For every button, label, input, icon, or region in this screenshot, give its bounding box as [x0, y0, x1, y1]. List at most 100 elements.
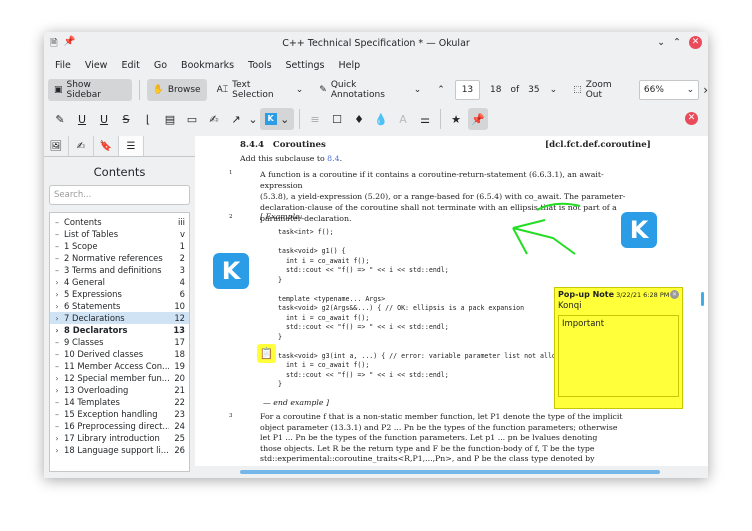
- toc-label: Contents: [64, 217, 102, 227]
- close-window-button[interactable]: ✕: [689, 36, 702, 49]
- highlighter-icon[interactable]: ✎: [50, 108, 70, 130]
- toc-item[interactable]: › 5 Expressions 6: [50, 288, 189, 300]
- toc-item[interactable]: –3 Terms and definitions 3: [50, 264, 189, 276]
- toc-item[interactable]: –15 Exception handling 23: [50, 408, 189, 420]
- vertical-scrollbar[interactable]: [701, 292, 704, 306]
- show-sidebar-button[interactable]: ▣ Show Sidebar: [48, 79, 132, 101]
- toc-item[interactable]: › 17 Library introduction 25: [50, 432, 189, 444]
- menu-settings[interactable]: Settings: [279, 60, 332, 71]
- expand-arrow-icon[interactable]: ›: [50, 278, 64, 287]
- freehand-line-icon[interactable]: ✍: [204, 108, 224, 130]
- text-line: task<void> g2(Args&&...) { // OK: ellips…: [278, 304, 525, 312]
- pin-icon[interactable]: 📌: [64, 36, 76, 52]
- toc-item[interactable]: –14 Templates 22: [50, 396, 189, 408]
- expand-arrow-icon[interactable]: ›: [50, 302, 64, 311]
- zoom-select[interactable]: 66% ⌄: [638, 80, 700, 100]
- menu-tools[interactable]: Tools: [241, 60, 278, 71]
- toc-item[interactable]: › 12 Special member fun... 20: [50, 372, 189, 384]
- menu-edit[interactable]: Edit: [114, 60, 146, 71]
- toc-item[interactable]: –11 Member Access Con... 19: [50, 360, 189, 372]
- arrow-icon[interactable]: ↗: [226, 108, 246, 130]
- freehand-annotation[interactable]: [505, 196, 585, 256]
- section-link[interactable]: 8.4: [327, 154, 339, 163]
- inline-note-icon[interactable]: ▤: [160, 108, 180, 130]
- star-icon[interactable]: ★: [446, 108, 466, 130]
- intro-end: .: [339, 154, 343, 163]
- maximize-button[interactable]: ⌃: [673, 37, 681, 48]
- strikethrough-icon[interactable]: S: [116, 108, 136, 130]
- contents-tree: – Contents iii – List of Tables v –1 Scope 1–2 …: [49, 212, 190, 472]
- menu-view[interactable]: View: [78, 60, 115, 71]
- note-text-area[interactable]: Important: [558, 315, 679, 397]
- toc-item[interactable]: › 6 Statements 10: [50, 300, 189, 312]
- tree-line-icon: –: [55, 265, 59, 275]
- close-note-button[interactable]: ✕: [670, 290, 679, 299]
- annotations-tab[interactable]: ✍: [69, 136, 94, 156]
- chevron-down-icon[interactable]: ⌄: [248, 108, 258, 130]
- toc-item[interactable]: – Contents iii: [50, 216, 189, 228]
- next-page-button[interactable]: ⌄: [544, 79, 564, 101]
- app-icon[interactable]: 🗎: [50, 36, 58, 52]
- ink-color-icon[interactable]: 💧: [371, 108, 391, 130]
- previous-page-button[interactable]: ⌃: [431, 79, 451, 101]
- squiggly-underline-icon[interactable]: U: [94, 108, 114, 130]
- search-input[interactable]: Search...: [49, 185, 190, 205]
- text-selection-button[interactable]: A⌶ Text Selection ⌄: [211, 79, 310, 101]
- typewriter-icon[interactable]: ⌊: [138, 108, 158, 130]
- text-line: For a coroutine f that is a non-static m…: [260, 412, 623, 421]
- toc-item[interactable]: › 7 Declarations 12: [50, 312, 189, 324]
- bookmarks-tab[interactable]: 🔖: [94, 136, 119, 156]
- settings-sliders-icon[interactable]: ⚌: [415, 108, 435, 130]
- toc-item[interactable]: › 8 Declarators 13: [50, 324, 189, 336]
- horizontal-scrollbar[interactable]: [240, 470, 660, 474]
- contents-tab[interactable]: ☰: [119, 136, 144, 156]
- expand-arrow-icon[interactable]: ›: [50, 374, 64, 383]
- menu-file[interactable]: File: [48, 60, 78, 71]
- page-number-input[interactable]: 13: [454, 80, 481, 100]
- toc-item[interactable]: –16 Preprocessing direct... 24: [50, 420, 189, 432]
- sidebar: 🖼 ✍ 🔖 ☰ Contents Search... – Contents iii –…: [44, 136, 195, 472]
- kde-stamp-annotation[interactable]: K: [621, 212, 657, 248]
- expand-arrow-icon[interactable]: ›: [50, 314, 64, 323]
- toc-item[interactable]: –1 Scope 1: [50, 240, 189, 252]
- expand-arrow-icon[interactable]: ›: [50, 446, 64, 455]
- line-width-icon[interactable]: ≡: [305, 108, 325, 130]
- menu-bookmarks[interactable]: Bookmarks: [174, 60, 241, 71]
- pin-toolbar-icon[interactable]: 📌: [468, 108, 488, 130]
- toc-page: 6: [179, 289, 185, 299]
- expand-arrow-icon[interactable]: ›: [50, 386, 64, 395]
- toc-page: 4: [179, 277, 185, 287]
- browse-button[interactable]: ✋ Browse: [146, 79, 207, 101]
- toc-item[interactable]: –9 Classes 17: [50, 336, 189, 348]
- thumbnails-tab[interactable]: 🖼: [44, 136, 69, 156]
- expand-arrow-icon[interactable]: ›: [50, 326, 64, 335]
- expand-arrow-icon[interactable]: ›: [50, 434, 64, 443]
- popup-note-annotation-icon[interactable]: 📋: [257, 344, 276, 363]
- toc-item[interactable]: › 18 Language support li... 26: [50, 444, 189, 456]
- tree-line-icon: –: [55, 241, 59, 251]
- toc-item[interactable]: › 13 Overloading 21: [50, 384, 189, 396]
- example-end: — end example ]: [263, 398, 330, 407]
- toc-item[interactable]: – List of Tables v: [50, 228, 189, 240]
- quick-annotations-button[interactable]: ✎ Quick Annotations ⌄: [313, 79, 427, 101]
- zoom-out-button[interactable]: ⬚ Zoom Out: [567, 79, 635, 101]
- toc-item[interactable]: › 4 General 4: [50, 276, 189, 288]
- fill-color-icon[interactable]: ♦: [349, 108, 369, 130]
- toc-item[interactable]: –2 Normative references 2: [50, 252, 189, 264]
- expand-arrow-icon[interactable]: ›: [50, 290, 64, 299]
- rectangle-icon[interactable]: ☐: [327, 108, 347, 130]
- menu-help[interactable]: Help: [332, 60, 368, 71]
- underline-icon[interactable]: U: [72, 108, 92, 130]
- toc-item[interactable]: –10 Derived classes 18: [50, 348, 189, 360]
- toc-label: 3 Terms and definitions: [64, 265, 162, 275]
- minimize-button[interactable]: ⌄: [657, 37, 665, 48]
- font-icon[interactable]: A: [393, 108, 413, 130]
- kde-stamp-annotation[interactable]: K: [213, 253, 249, 289]
- popup-note-icon[interactable]: ▭: [182, 108, 202, 130]
- toolbar-overflow-icon[interactable]: ›: [703, 83, 708, 97]
- total-pages: 35: [528, 85, 540, 95]
- popup-note-window[interactable]: Pop-up Note 3/22/21 6:28 PM ✕ Konqi Import…: [554, 287, 683, 409]
- menu-go[interactable]: Go: [147, 60, 174, 71]
- close-annotation-toolbar-button[interactable]: ✕: [685, 112, 698, 125]
- stamp-button[interactable]: K ⌄: [260, 108, 294, 130]
